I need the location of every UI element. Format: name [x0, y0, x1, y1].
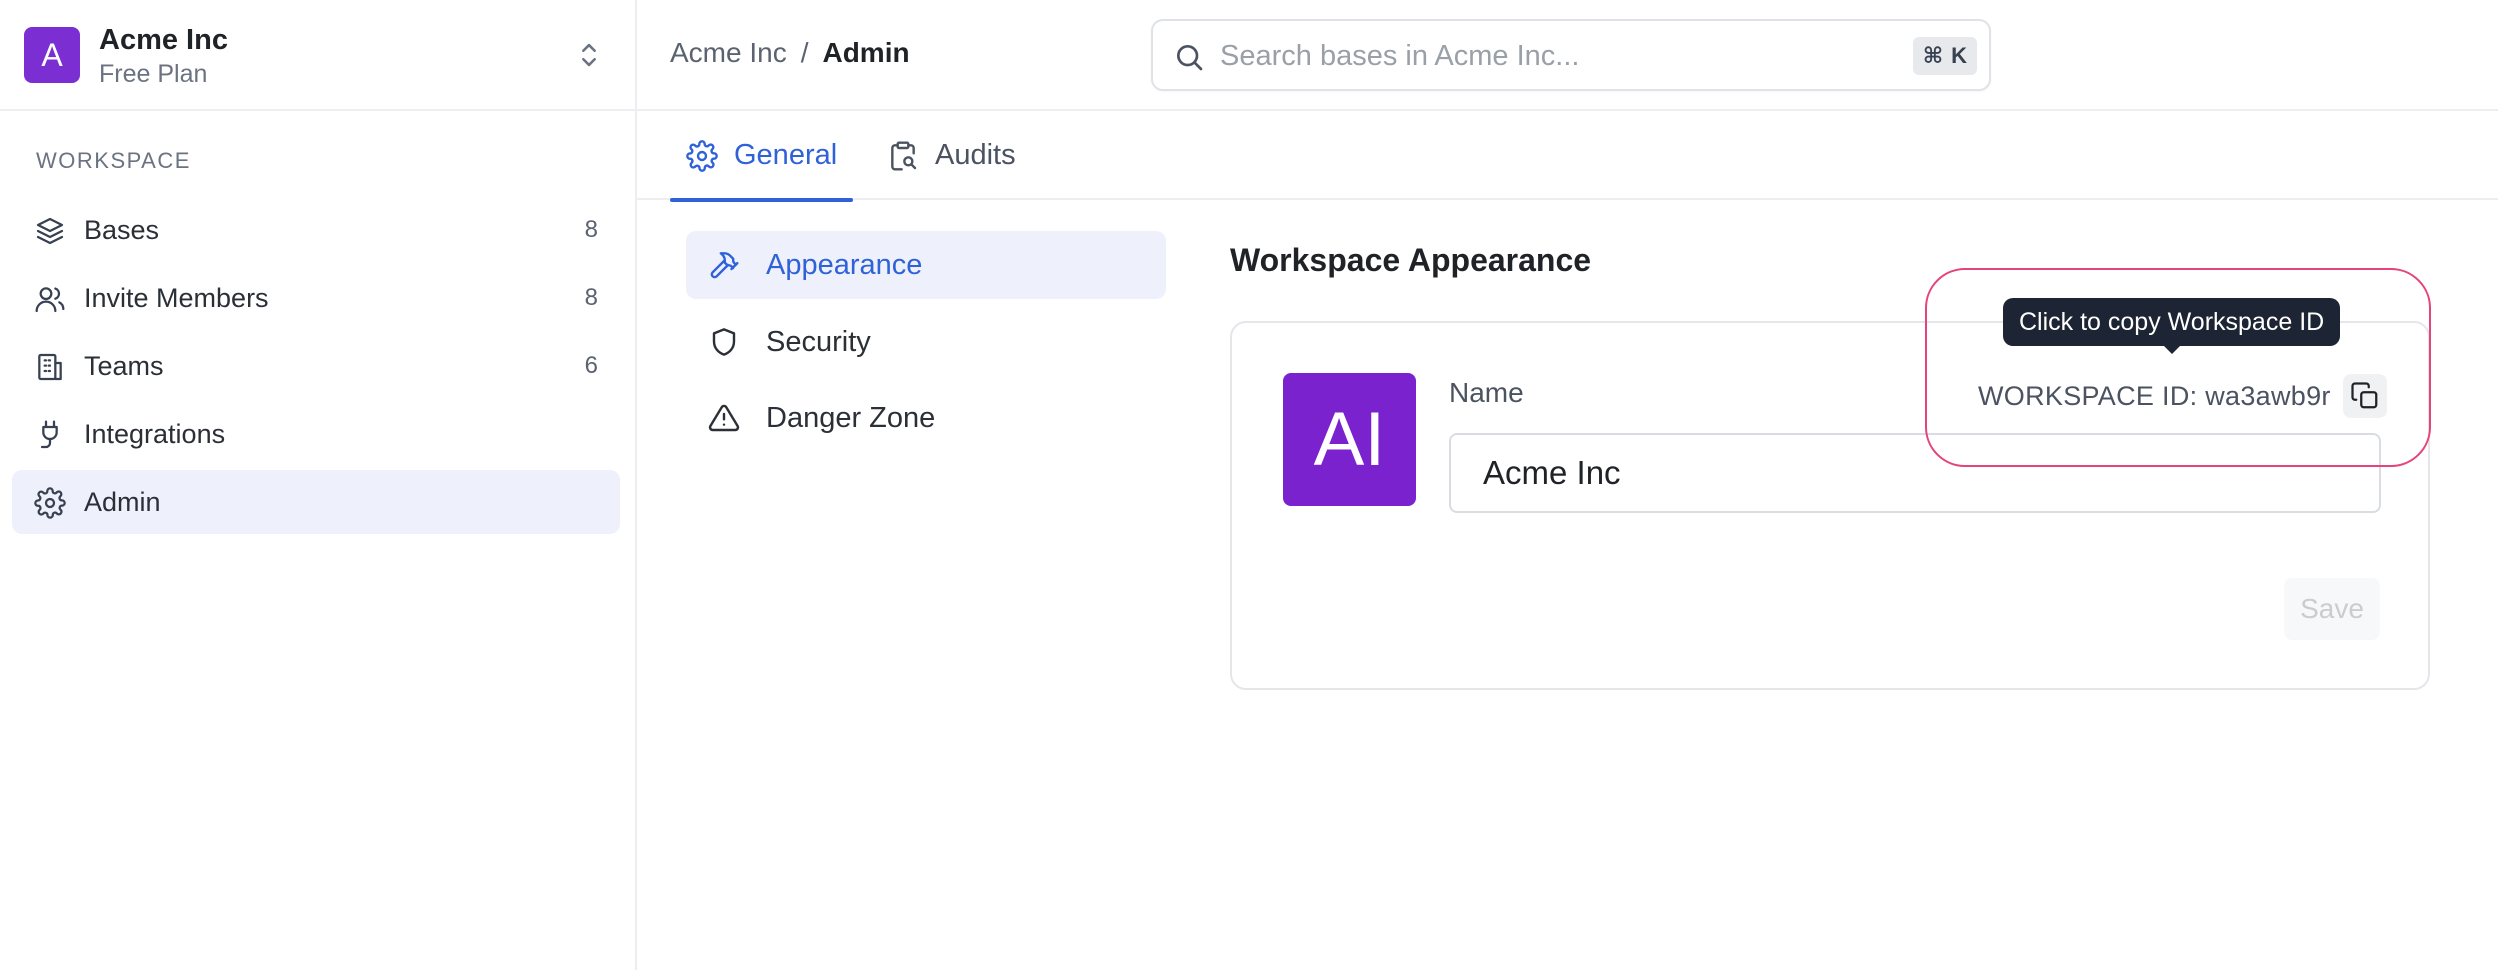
workspace-name-input[interactable]	[1449, 433, 2381, 513]
workspace-name: Acme Inc	[99, 24, 228, 56]
workspace-avatar: A	[24, 27, 80, 83]
search-icon	[1177, 45, 1203, 71]
sidebar-item-label: Integrations	[84, 418, 226, 449]
tab-general[interactable]: General	[669, 111, 854, 202]
appearance-card: AI Name WORKSPACE ID: wa3awb9r Save	[1230, 321, 2430, 690]
clipboard-search-icon	[891, 140, 917, 171]
building-icon	[38, 353, 62, 381]
k-key: K	[1951, 43, 1967, 68]
breadcrumb-separator: /	[800, 37, 809, 68]
workspace-logo[interactable]: AI	[1283, 373, 1416, 506]
sidebar-item-invite-members[interactable]: Invite Members 8	[12, 266, 620, 330]
sidebar-item-label: Bases	[84, 214, 160, 245]
sidebar-item-admin[interactable]: Admin	[12, 470, 620, 534]
sidebar-item-count: 6	[584, 352, 598, 379]
hammer-icon	[710, 252, 739, 279]
command-key: ⌘	[1922, 43, 1944, 68]
gear-icon	[686, 139, 718, 172]
workspace-id-row: WORKSPACE ID: wa3awb9r	[1978, 373, 2394, 419]
sidebar-item-integrations[interactable]: Integrations	[12, 402, 620, 466]
warning-icon	[708, 404, 740, 432]
subnav-label: Security	[766, 326, 871, 358]
workspace-section-label: WORKSPACE	[36, 148, 191, 173]
subnav-danger-zone[interactable]: Danger Zone	[686, 384, 1166, 452]
chevron-up-down-icon[interactable]	[572, 38, 606, 72]
layers-icon	[36, 217, 64, 245]
tab-label: General	[734, 139, 838, 171]
section-title: Workspace Appearance	[1230, 242, 1592, 278]
workspace-switcher[interactable]: A Acme Inc Free Plan	[0, 0, 635, 111]
subnav-security[interactable]: Security	[686, 308, 1166, 376]
subnav-appearance[interactable]: Appearance	[686, 231, 1166, 299]
tab-label: Audits	[935, 139, 1016, 171]
plug-icon	[40, 420, 58, 449]
top-bar: Acme Inc / Admin Search bases in Acme In…	[637, 0, 2498, 111]
name-label: Name	[1449, 377, 1524, 408]
sidebar-item-bases[interactable]: Bases 8	[12, 198, 620, 262]
shield-icon	[712, 328, 736, 356]
subnav-label: Appearance	[766, 249, 923, 281]
tab-audits[interactable]: Audits	[887, 111, 1016, 200]
sidebar-item-count: 8	[584, 216, 598, 243]
workspace-id-text: WORKSPACE ID: wa3awb9r	[1978, 380, 2331, 411]
subnav-label: Danger Zone	[766, 402, 936, 434]
workspace-plan: Free Plan	[99, 60, 208, 88]
breadcrumb: Acme Inc / Admin	[670, 37, 910, 69]
sidebar-item-label: Admin	[84, 486, 161, 517]
admin-tabs: General Audits	[637, 111, 2498, 202]
copy-icon	[2351, 382, 2378, 409]
search-placeholder: Search bases in Acme Inc...	[1220, 40, 1580, 72]
sidebar-item-teams[interactable]: Teams 6	[12, 334, 620, 398]
copy-workspace-id-button[interactable]	[2342, 374, 2387, 418]
sidebar-item-label: Invite Members	[84, 282, 269, 313]
search-shortcut-badge: ⌘ K	[1912, 37, 1977, 75]
save-button[interactable]: Save	[2284, 578, 2380, 640]
copy-tooltip: Click to copy Workspace ID	[2003, 298, 2341, 354]
sidebar-item-count: 8	[584, 284, 598, 311]
breadcrumb-current: Admin	[822, 37, 910, 68]
breadcrumb-workspace-link[interactable]: Acme Inc	[670, 37, 787, 69]
search-bar[interactable]: Search bases in Acme Inc... ⌘ K	[1151, 19, 1991, 91]
users-icon	[35, 287, 65, 313]
sidebar: A Acme Inc Free Plan WORKSPACE Bases 8 I…	[0, 0, 637, 970]
sidebar-item-label: Teams	[84, 350, 164, 381]
gear-icon	[34, 487, 66, 519]
